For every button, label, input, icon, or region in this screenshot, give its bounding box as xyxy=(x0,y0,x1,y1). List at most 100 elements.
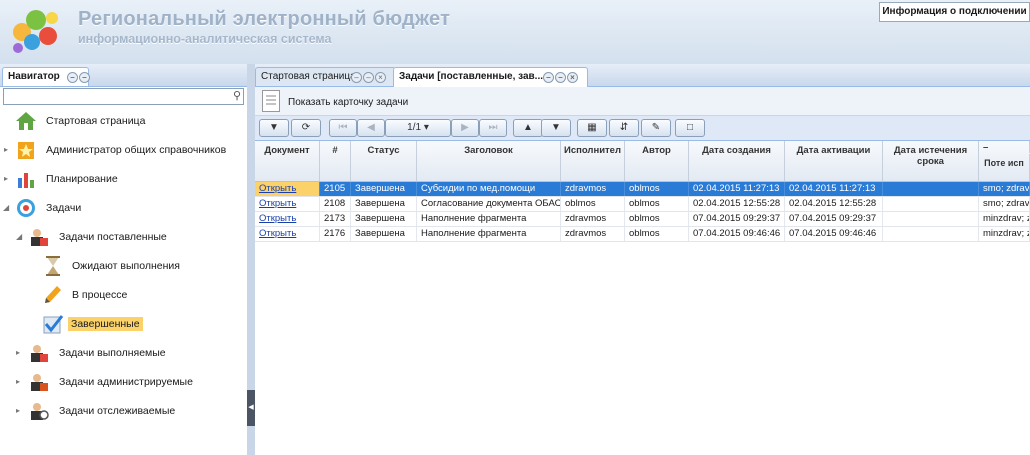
tree-item-tasks-assigned[interactable]: ◢ Задачи поставленные xyxy=(0,224,247,250)
open-document-link[interactable]: Открыть xyxy=(259,198,296,209)
collapse-arrow-icon[interactable]: ◢ xyxy=(3,203,9,212)
next-page-icon[interactable]: ▶ xyxy=(451,119,479,137)
comment-icon[interactable]: □ xyxy=(675,119,705,137)
sort-down-icon[interactable]: ▼ xyxy=(541,119,571,137)
open-document-link[interactable]: Открыть xyxy=(259,228,296,239)
expand-arrow-icon[interactable]: ▸ xyxy=(4,145,8,154)
expand-arrow-icon[interactable]: ▸ xyxy=(16,406,20,415)
card-toolbar: Показать карточку задачи xyxy=(255,87,1030,116)
table-cell-id: 2173 xyxy=(320,212,351,226)
table-cell-doc: Открыть xyxy=(255,227,320,241)
tree-item-admin[interactable]: ▸ Администратор общих справочников xyxy=(0,137,247,163)
tab-start-page[interactable]: Стартовая страница – – × xyxy=(255,67,396,86)
star-book-icon xyxy=(15,139,37,161)
prev-page-icon[interactable]: ◀ xyxy=(357,119,385,137)
column-header[interactable]: Поте исп xyxy=(979,154,1030,181)
expand-arrow-icon[interactable]: ▸ xyxy=(4,174,8,183)
minimize-icon[interactable]: – xyxy=(555,72,566,83)
table-cell-id: 2108 xyxy=(320,197,351,211)
navigator-search-input[interactable]: ⚲ xyxy=(3,88,244,105)
home-icon xyxy=(15,110,37,132)
table-cell-title: Согласование документа ОБАС xyxy=(417,197,561,211)
tree-item-completed[interactable]: Завершенные xyxy=(0,311,247,337)
table-cell-expires xyxy=(883,182,979,196)
columns-icon[interactable]: ▦ xyxy=(577,119,607,137)
table-cell-status: Завершена xyxy=(351,212,417,226)
column-header[interactable]: Дата создания xyxy=(689,141,785,181)
grid-toolbar: ▼ ⟳ ⏮ ◀ 1/1 ▾ ▶ ⏭ ▲ ▼ ▦ ⇵ ✎ □ xyxy=(255,116,1030,141)
tab-tasks[interactable]: Задачи [поставленные, зав... – – × xyxy=(393,67,588,87)
table-cell-author: oblmos xyxy=(625,212,689,226)
tree-item-start-page[interactable]: Стартовая страница xyxy=(0,108,247,134)
collapse-navigator-icon[interactable]: ◀ xyxy=(247,390,255,426)
tree-item-tasks[interactable]: ◢ Задачи xyxy=(0,195,247,221)
tree-item-planning[interactable]: ▸ Планирование xyxy=(0,166,247,192)
table-cell-expires xyxy=(883,227,979,241)
refresh-icon[interactable]: ⟳ xyxy=(291,119,321,137)
table-cell-created: 02.04.2015 12:55:28 xyxy=(689,197,785,211)
table-cell-title: Наполнение фрагмента xyxy=(417,227,561,241)
column-group-header[interactable]: – xyxy=(979,141,1030,153)
last-page-icon[interactable]: ⏭ xyxy=(479,119,507,137)
show-task-card-button[interactable]: Показать карточку задачи xyxy=(288,97,408,108)
navigator-header: Навигатор – – xyxy=(0,64,247,87)
export-icon[interactable]: ✎ xyxy=(641,119,671,137)
close-icon[interactable]: × xyxy=(375,72,386,83)
column-header[interactable]: Дата активации xyxy=(785,141,883,181)
table-cell-activated: 07.04.2015 09:29:37 xyxy=(785,212,883,226)
restore-icon[interactable]: – xyxy=(543,72,554,83)
restore-icon[interactable]: – xyxy=(351,72,362,83)
table-cell-executor: zdravmos xyxy=(561,212,625,226)
sort-list-icon[interactable]: ⇵ xyxy=(609,119,639,137)
column-header[interactable]: Документ xyxy=(255,141,320,181)
tree-item-awaiting[interactable]: Ожидают выполнения xyxy=(0,253,247,279)
first-page-icon[interactable]: ⏮ xyxy=(329,119,357,137)
expand-arrow-icon[interactable]: ▸ xyxy=(16,348,20,357)
table-cell-expires xyxy=(883,212,979,226)
sort-up-icon[interactable]: ▲ xyxy=(513,119,543,137)
close-icon[interactable]: × xyxy=(567,72,578,83)
task-card-icon[interactable] xyxy=(262,90,280,112)
column-header[interactable]: Дата истечения срока xyxy=(883,141,979,181)
column-header[interactable]: Исполнител xyxy=(561,141,625,181)
table-cell-expires xyxy=(883,197,979,211)
tree-label: Задачи администрируемые xyxy=(59,376,193,388)
table-row[interactable]: Открыть 2105 Завершена Субсидии по мед.помо… xyxy=(255,182,1030,197)
table-row[interactable]: Открыть 2176 Завершена Наполнение фрагмента… xyxy=(255,227,1030,242)
grid-header: Документ # Статус Заголовок Исполнител А… xyxy=(255,141,1030,182)
table-cell-title: Наполнение фрагмента xyxy=(417,212,561,226)
column-header[interactable]: Заголовок xyxy=(417,141,561,181)
table-cell-created: 07.04.2015 09:46:46 xyxy=(689,227,785,241)
tree-label: Задачи отслеживаемые xyxy=(59,405,176,417)
table-row[interactable]: Открыть 2108 Завершена Согласование докумен… xyxy=(255,197,1030,212)
tree-item-tasks-executed[interactable]: ▸ Задачи выполняемые xyxy=(0,340,247,366)
minimize-icon[interactable]: – xyxy=(363,72,374,83)
table-cell-activated: 02.04.2015 12:55:28 xyxy=(785,197,883,211)
expand-arrow-icon[interactable]: ▸ xyxy=(16,377,20,386)
filter-dropdown-icon[interactable]: ▼ xyxy=(259,119,289,137)
table-cell-created: 02.04.2015 11:27:13 xyxy=(689,182,785,196)
column-header[interactable]: Автор xyxy=(625,141,689,181)
app-title: Региональный электронный бюджет xyxy=(78,8,451,30)
navigator-tab[interactable]: Навигатор – – xyxy=(2,67,90,86)
table-row[interactable]: Открыть 2173 Завершена Наполнение фрагмента… xyxy=(255,212,1030,227)
collapse-arrow-icon[interactable]: ◢ xyxy=(16,232,22,241)
puzzle-logo-icon xyxy=(8,4,68,58)
open-document-link[interactable]: Открыть xyxy=(259,213,296,224)
restore-icon[interactable]: – xyxy=(67,72,78,83)
column-header[interactable]: # xyxy=(320,141,351,181)
user-tasks-icon xyxy=(28,226,50,248)
tree-item-in-progress[interactable]: В процессе xyxy=(0,282,247,308)
table-cell-id: 2176 xyxy=(320,227,351,241)
target-icon xyxy=(15,197,37,219)
minimize-icon[interactable]: – xyxy=(79,72,90,83)
table-cell-status: Завершена xyxy=(351,227,417,241)
open-document-link[interactable]: Открыть xyxy=(259,183,296,194)
search-icon[interactable]: ⚲ xyxy=(233,89,241,102)
tree-label: В процессе xyxy=(72,289,128,301)
connection-info-button[interactable]: Информация о подключении xyxy=(879,2,1030,22)
page-selector[interactable]: 1/1 ▾ xyxy=(385,119,451,137)
tree-item-tasks-watched[interactable]: ▸ Задачи отслеживаемые xyxy=(0,398,247,424)
column-header[interactable]: Статус xyxy=(351,141,417,181)
tree-item-tasks-admin[interactable]: ▸ Задачи администрируемые xyxy=(0,369,247,395)
